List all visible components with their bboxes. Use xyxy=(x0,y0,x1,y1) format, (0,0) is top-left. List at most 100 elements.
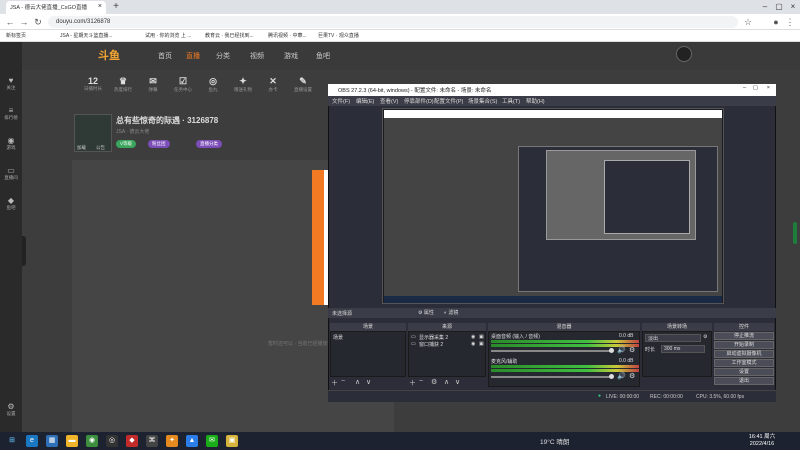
track-gear-icon[interactable]: ⚙ xyxy=(629,346,635,354)
explorer-icon[interactable]: ▬ xyxy=(66,435,78,447)
menu-scene-collection[interactable]: 场景集合(S) xyxy=(468,97,497,105)
bookmark-item[interactable]: 试用 · 你的浏览 上 ... xyxy=(145,32,191,39)
track-gear-icon[interactable]: ⚙ xyxy=(629,372,635,380)
rail-fishbar[interactable]: ◆ 鱼吧 xyxy=(0,196,22,211)
rail-room[interactable]: ▭ 直播间 xyxy=(0,166,22,181)
obs-close-icon[interactable]: × xyxy=(767,85,770,91)
menu-edit[interactable]: 编辑(E) xyxy=(356,97,374,105)
transition-select[interactable]: 淡出 xyxy=(645,334,701,342)
transition-gear-icon[interactable]: ⚙ xyxy=(703,334,707,340)
star-icon[interactable]: ☆ xyxy=(742,15,754,29)
scene-up-icon[interactable]: ∧ xyxy=(355,378,360,386)
source-add-icon[interactable]: ＋ xyxy=(409,378,416,388)
chrome-icon[interactable]: ◉ xyxy=(86,435,98,447)
studio-mode-button[interactable]: 工作室模式 xyxy=(714,359,774,367)
obs-icon[interactable]: ◎ xyxy=(106,435,118,447)
taskview-icon[interactable]: ▦ xyxy=(46,435,58,447)
exit-button[interactable]: 退出 xyxy=(714,377,774,385)
nav-category[interactable]: 分类 xyxy=(216,51,230,61)
lock-icon[interactable]: ▣ xyxy=(479,341,484,347)
maximize-icon[interactable]: ▢ xyxy=(772,0,786,14)
source-up-icon[interactable]: ∧ xyxy=(444,378,449,386)
rail-rank[interactable]: ≡ 排行榜 xyxy=(0,106,22,121)
properties-button[interactable]: ⚙ 属性 xyxy=(418,309,434,316)
stop-stream-button[interactable]: 停止推流 xyxy=(714,332,774,340)
new-tab-icon[interactable]: + xyxy=(110,1,122,13)
eye-icon[interactable]: ◉ xyxy=(471,334,475,340)
fans-pill[interactable]: 粉丝团 xyxy=(148,140,170,148)
filters-button[interactable]: ◐ 滤镜 xyxy=(444,309,458,316)
clock[interactable]: 16:41 周六 2022/4/16 xyxy=(742,434,782,448)
menu-tools[interactable]: 工具(T) xyxy=(502,97,520,105)
bookmark-item[interactable]: 教育云 · 我已经找到... xyxy=(205,32,254,39)
start-icon[interactable]: ⊞ xyxy=(6,435,18,447)
settings-button[interactable]: 设置 xyxy=(714,368,774,376)
source-down-icon[interactable]: ∨ xyxy=(455,378,460,386)
menu-view[interactable]: 查看(V) xyxy=(380,97,398,105)
speaker-icon[interactable]: 🔊 xyxy=(617,372,626,380)
tool-hours[interactable]: 12 日播时长 xyxy=(80,76,106,92)
menu-icon[interactable]: ⋮ xyxy=(784,15,796,29)
close-window-icon[interactable]: × xyxy=(786,0,800,14)
bookmark-item[interactable]: 腾讯视频 · 中華... xyxy=(268,32,307,39)
app-icon[interactable]: ✦ xyxy=(166,435,178,447)
wechat-icon[interactable]: ✉ xyxy=(206,435,218,447)
tool-card[interactable]: ✕ 办卡 xyxy=(260,76,286,93)
app-icon[interactable]: ⌘ xyxy=(146,435,158,447)
edge-icon[interactable]: e xyxy=(26,435,38,447)
tool-rank[interactable]: ♛ 热度排行 xyxy=(110,76,136,93)
eye-icon[interactable]: ◉ xyxy=(471,341,475,347)
nav-game[interactable]: 游戏 xyxy=(284,51,298,61)
source-item[interactable]: 显示器采集 2 xyxy=(419,334,448,341)
tab-active[interactable]: JSA - 德云大佬直播_CsGO直播 × xyxy=(6,1,106,14)
duration-input[interactable]: 300 ms xyxy=(661,345,705,353)
source-remove-icon[interactable]: − xyxy=(419,378,423,385)
user-avatar[interactable] xyxy=(676,46,692,62)
site-logo[interactable]: 斗鱼 xyxy=(98,47,138,63)
bookmark-item[interactable]: JSA - 星期天斗篮直播... xyxy=(60,32,113,39)
nav-video[interactable]: 视频 xyxy=(250,51,264,61)
rail-settings[interactable]: ⚙ 设置 xyxy=(0,402,22,417)
tool-settings[interactable]: ✎ 直播设置 xyxy=(290,76,316,93)
volume-knob[interactable] xyxy=(609,374,614,379)
weather[interactable]: 19°C 晴朗 xyxy=(540,436,569,446)
minimize-icon[interactable]: – xyxy=(758,0,772,14)
menu-dock[interactable]: 停靠部件(D) xyxy=(404,97,434,105)
scene-add-icon[interactable]: ＋ xyxy=(331,378,338,388)
menu-file[interactable]: 文件(F) xyxy=(332,97,350,105)
scene-remove-icon[interactable]: − xyxy=(341,378,345,385)
menu-profile[interactable]: 配置文件(P) xyxy=(434,97,463,105)
level-pill[interactable]: V等级 xyxy=(116,140,137,148)
obs-minimize-icon[interactable]: – xyxy=(743,85,746,91)
obs-maximize-icon[interactable]: ▢ xyxy=(753,85,758,91)
rail-game[interactable]: ◉ 游戏 xyxy=(0,136,22,151)
forward-icon[interactable]: → xyxy=(18,15,30,29)
bookmark-item[interactable]: 新标签页 xyxy=(6,32,26,39)
category-pill[interactable]: 直播分类 xyxy=(196,140,222,148)
app-icon[interactable]: ▲ xyxy=(186,435,198,447)
lock-icon[interactable]: ▣ xyxy=(479,334,484,340)
profile-icon[interactable]: ● xyxy=(770,15,782,29)
back-icon[interactable]: ← xyxy=(4,15,16,29)
volume-knob[interactable] xyxy=(609,348,614,353)
tool-task[interactable]: ☑ 任务中心 xyxy=(170,76,196,93)
nav-fishbar[interactable]: 鱼吧 xyxy=(316,51,330,61)
start-record-button[interactable]: 开始录制 xyxy=(714,341,774,349)
volume-slider[interactable] xyxy=(491,376,613,378)
speaker-icon[interactable]: 🔊 xyxy=(617,346,626,354)
virtual-cam-button[interactable]: 启动虚拟摄像机 xyxy=(714,350,774,358)
bookmark-item[interactable]: 巨果TV · 观众直播 xyxy=(318,32,359,39)
tool-danmu[interactable]: ✉ 弹幕 xyxy=(140,76,166,93)
nav-live[interactable]: 直播 xyxy=(186,51,200,61)
rail-follow[interactable]: ♥ 关注 xyxy=(0,76,22,91)
source-settings-icon[interactable]: ⚙ xyxy=(431,378,437,386)
tool-fishball[interactable]: ◎ 鱼丸 xyxy=(200,76,226,93)
nav-home[interactable]: 首页 xyxy=(158,51,172,61)
app-icon[interactable]: ▣ xyxy=(226,435,238,447)
scene-item[interactable]: 场景 xyxy=(333,334,343,341)
app-icon[interactable]: ◆ xyxy=(126,435,138,447)
scene-down-icon[interactable]: ∨ xyxy=(366,378,371,386)
source-item[interactable]: 窗口捕获 2 xyxy=(419,341,443,348)
volume-slider[interactable] xyxy=(491,350,613,352)
url-input[interactable]: douyu.com/3126878 xyxy=(48,16,738,28)
